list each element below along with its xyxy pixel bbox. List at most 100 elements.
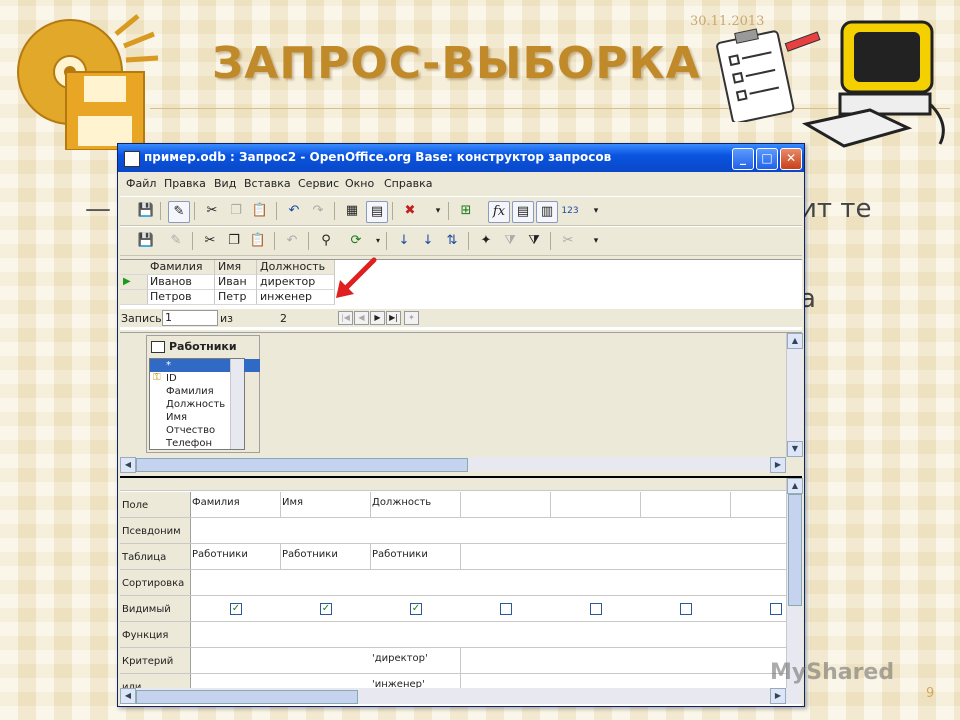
table-cell[interactable]: Петров bbox=[147, 290, 215, 305]
maximize-button[interactable]: □ bbox=[756, 148, 778, 170]
visible-checkbox[interactable]: ✓ bbox=[320, 603, 332, 615]
scroll-right-icon[interactable]: ▶ bbox=[770, 457, 786, 473]
design-grid-vertical-scrollbar[interactable]: ▲ bbox=[786, 478, 803, 690]
toolbar-overflow-icon[interactable]: ▾ bbox=[428, 201, 448, 221]
table-area-vertical-scrollbar[interactable]: ▲ ▼ bbox=[786, 333, 803, 457]
menu-file[interactable]: Файл bbox=[126, 177, 156, 190]
toolbar-overflow-icon-2[interactable]: ▾ bbox=[586, 201, 606, 221]
copy-icon-2[interactable]: ❐ bbox=[224, 231, 244, 251]
table-widget[interactable]: Работники * ⚿ ID Фамилия Должность Имя О… bbox=[146, 335, 260, 453]
visible-checkbox[interactable] bbox=[590, 603, 602, 615]
grid-row-label: Таблица bbox=[120, 544, 191, 569]
grid-cell[interactable]: Работники bbox=[280, 544, 371, 569]
apply-filter-icon[interactable]: ⧩ bbox=[500, 231, 520, 251]
grid-cell[interactable]: 'инженер' bbox=[370, 674, 461, 688]
visible-checkbox[interactable] bbox=[500, 603, 512, 615]
undo-record-icon[interactable]: ↶ bbox=[282, 231, 302, 251]
grid-cell[interactable] bbox=[460, 492, 551, 517]
menu-insert[interactable]: Вставка bbox=[244, 177, 291, 190]
toolbar-overflow-icon-3[interactable]: ▾ bbox=[586, 231, 606, 251]
table-cell[interactable]: Иванов bbox=[147, 275, 215, 290]
scroll-right-icon[interactable]: ▶ bbox=[770, 688, 786, 704]
current-row-indicator[interactable]: ▶ bbox=[120, 275, 148, 290]
edit-data-icon[interactable]: ✎ bbox=[166, 231, 186, 251]
grid-row-label: Сортировка bbox=[120, 570, 191, 595]
row-header[interactable] bbox=[120, 290, 148, 305]
table-cell[interactable]: инженер bbox=[257, 290, 335, 305]
minimize-button[interactable]: _ bbox=[732, 148, 754, 170]
undo-icon[interactable]: ↶ bbox=[284, 201, 304, 221]
run-query-icon[interactable]: ▦ bbox=[342, 201, 362, 221]
redo-icon[interactable]: ↷ bbox=[308, 201, 328, 221]
visible-checkbox[interactable] bbox=[680, 603, 692, 615]
close-button[interactable]: ✕ bbox=[780, 148, 802, 170]
grid-cell[interactable]: Имя bbox=[280, 492, 371, 517]
title-bar[interactable]: пример.odb : Запрос2 - OpenOffice.org Ba… bbox=[118, 144, 804, 172]
menu-view[interactable]: Вид bbox=[214, 177, 236, 190]
table-cell[interactable]: Петр bbox=[215, 290, 257, 305]
alias-icon[interactable]: ▥ bbox=[536, 201, 558, 223]
scroll-thumb[interactable] bbox=[788, 494, 802, 606]
sort-icon[interactable]: ⇅ bbox=[442, 231, 462, 251]
table-name-icon[interactable]: ▤ bbox=[512, 201, 534, 223]
sort-descending-icon[interactable]: ↓ bbox=[418, 231, 438, 251]
add-table-icon[interactable]: ⊞ bbox=[456, 201, 476, 221]
visible-checkbox[interactable]: ✓ bbox=[410, 603, 422, 615]
visible-checkbox[interactable]: ✓ bbox=[230, 603, 242, 615]
menu-edit[interactable]: Правка bbox=[164, 177, 206, 190]
visible-checkbox[interactable] bbox=[770, 603, 782, 615]
scroll-left-icon[interactable]: ◀ bbox=[120, 457, 136, 473]
paste-icon-2[interactable]: 📋 bbox=[248, 231, 268, 251]
grid-cell[interactable] bbox=[640, 492, 731, 517]
menu-tools[interactable]: Сервис bbox=[298, 177, 339, 190]
scroll-up-icon[interactable]: ▲ bbox=[787, 333, 803, 349]
last-record-button[interactable]: ▶| bbox=[386, 311, 401, 325]
scroll-thumb[interactable] bbox=[136, 458, 468, 472]
refresh-icon[interactable]: ⟳ bbox=[346, 231, 366, 251]
paste-icon[interactable]: 📋 bbox=[250, 201, 270, 221]
cut-icon-2[interactable]: ✂ bbox=[200, 231, 220, 251]
grid-cell[interactable]: Должность bbox=[370, 492, 461, 517]
scroll-left-icon[interactable]: ◀ bbox=[120, 688, 136, 704]
menu-help[interactable]: Справка bbox=[384, 177, 432, 190]
edit-mode-icon[interactable]: ✎ bbox=[168, 201, 190, 223]
field-list-scrollbar[interactable] bbox=[230, 359, 244, 449]
save-record-icon[interactable]: 💾 bbox=[136, 231, 156, 251]
table-cell[interactable]: директор bbox=[257, 275, 335, 290]
grid-cell[interactable]: 'директор' bbox=[370, 648, 461, 673]
new-record-button[interactable]: ✦ bbox=[404, 311, 419, 325]
sort-ascending-icon[interactable]: ↓ bbox=[394, 231, 414, 251]
copy-icon[interactable]: ❐ bbox=[226, 201, 246, 221]
grid-cell[interactable]: Фамилия bbox=[190, 492, 281, 517]
clear-query-icon[interactable]: ✖ bbox=[400, 201, 420, 221]
column-header[interactable]: Фамилия bbox=[147, 260, 215, 275]
scroll-thumb[interactable] bbox=[136, 690, 358, 704]
table-cell[interactable]: Иван bbox=[215, 275, 257, 290]
grid-cell[interactable] bbox=[730, 492, 791, 517]
grid-cell[interactable]: Работники bbox=[370, 544, 461, 569]
scroll-up-icon[interactable]: ▲ bbox=[787, 478, 803, 494]
find-record-icon[interactable]: ⚲ bbox=[316, 231, 336, 251]
distinct-values-icon[interactable]: 123 bbox=[560, 201, 580, 221]
refresh-dropdown-icon[interactable]: ▾ bbox=[368, 231, 388, 251]
first-record-button[interactable]: |◀ bbox=[338, 311, 353, 325]
slide-title: ЗАПРОС-ВЫБОРКА bbox=[212, 38, 701, 89]
design-grid-horizontal-scrollbar[interactable]: ◀ ▶ bbox=[120, 688, 802, 704]
functions-icon[interactable]: fx bbox=[488, 201, 510, 223]
autofilter-icon[interactable]: ✦ bbox=[476, 231, 496, 251]
standard-filter-icon[interactable]: ⧩ bbox=[524, 231, 544, 251]
menu-window[interactable]: Окно bbox=[345, 177, 374, 190]
save-icon[interactable]: 💾 bbox=[136, 201, 156, 221]
cut-icon[interactable]: ✂ bbox=[202, 201, 222, 221]
column-header[interactable]: Должность bbox=[257, 260, 335, 275]
table-area-horizontal-scrollbar[interactable]: ◀ ▶ bbox=[120, 457, 786, 473]
record-number-input[interactable]: 1 bbox=[162, 310, 218, 326]
remove-filter-icon[interactable]: ✂ bbox=[558, 231, 578, 251]
grid-cell[interactable]: Работники bbox=[190, 544, 281, 569]
previous-record-button[interactable]: ◀ bbox=[354, 311, 369, 325]
next-record-button[interactable]: ▶ bbox=[370, 311, 385, 325]
column-header[interactable]: Имя bbox=[215, 260, 257, 275]
design-view-icon[interactable]: ▤ bbox=[366, 201, 388, 223]
scroll-down-icon[interactable]: ▼ bbox=[787, 441, 803, 457]
grid-cell[interactable] bbox=[550, 492, 641, 517]
